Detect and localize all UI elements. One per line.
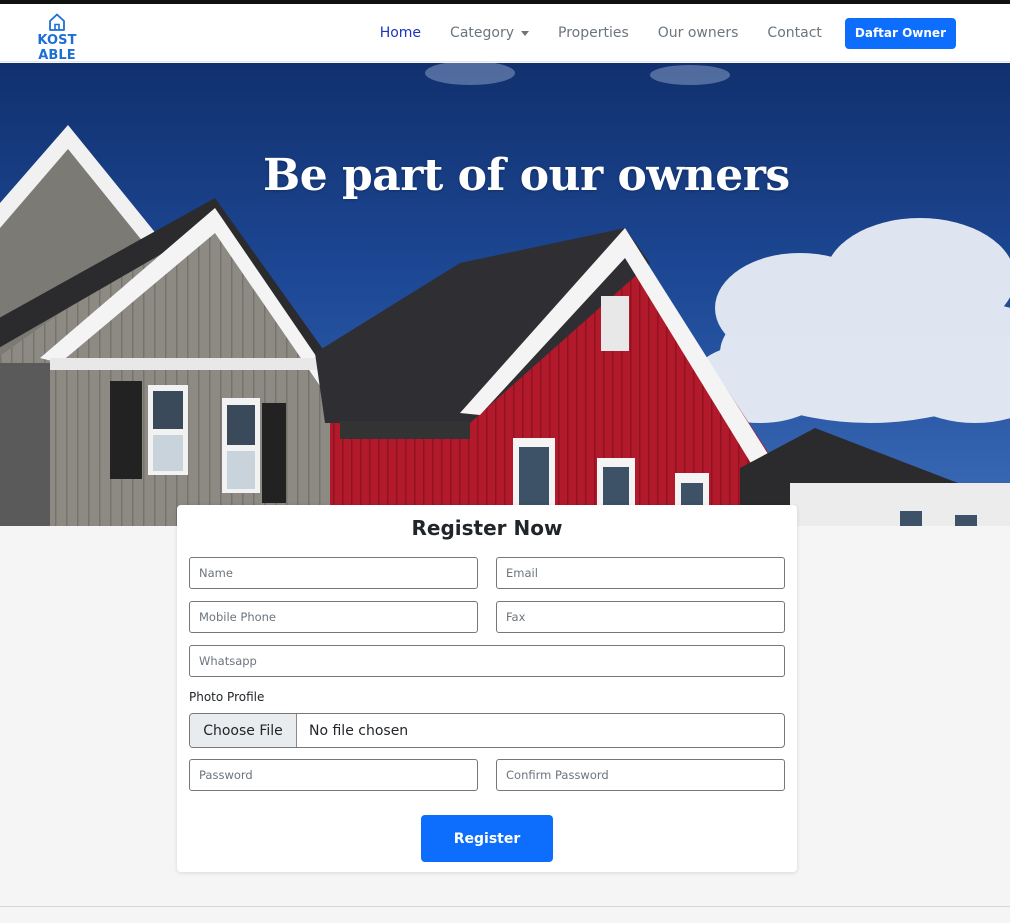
nav-link-our-owners[interactable]: Our owners <box>658 25 739 41</box>
nav-link-category[interactable]: Category <box>450 25 529 41</box>
brand-logo[interactable]: KOST ABLE <box>17 12 97 63</box>
whatsapp-input[interactable] <box>189 645 785 677</box>
choose-file-button[interactable]: Choose File <box>190 714 297 747</box>
caret-down-icon <box>521 31 529 36</box>
footer-divider <box>0 906 1010 907</box>
photo-profile-label: Photo Profile <box>189 690 265 704</box>
navbar: KOST ABLE Home Category Properties Our o… <box>0 4 1010 63</box>
mobile-phone-input[interactable] <box>189 601 478 633</box>
file-status-text: No file chosen <box>309 722 409 739</box>
hero-title: Be part of our owners <box>263 150 790 201</box>
nav-link-contact[interactable]: Contact <box>767 25 821 41</box>
photo-profile-file-input[interactable]: Choose File No file chosen <box>189 713 785 748</box>
email-input[interactable] <box>496 557 785 589</box>
password-input[interactable] <box>189 759 478 791</box>
nav-link-home[interactable]: Home <box>380 25 421 41</box>
confirm-password-input[interactable] <box>496 759 785 791</box>
daftar-owner-button[interactable]: Daftar Owner <box>844 17 956 49</box>
fax-input[interactable] <box>496 601 785 633</box>
form-title: Register Now <box>411 516 563 540</box>
brand-name: KOST ABLE <box>37 33 77 63</box>
nav-links: Home Category Properties Our owners Cont… <box>351 4 1010 62</box>
name-input[interactable] <box>189 557 478 589</box>
nav-link-properties[interactable]: Properties <box>558 25 629 41</box>
hero-banner: Be part of our owners <box>0 63 1010 526</box>
register-button[interactable]: Register <box>421 815 553 862</box>
house-icon <box>49 13 65 31</box>
hero-houses-image <box>0 63 1010 526</box>
nav-link-category-label: Category <box>450 25 514 41</box>
register-form: Register Now Photo Profile Choose File N… <box>177 505 797 872</box>
